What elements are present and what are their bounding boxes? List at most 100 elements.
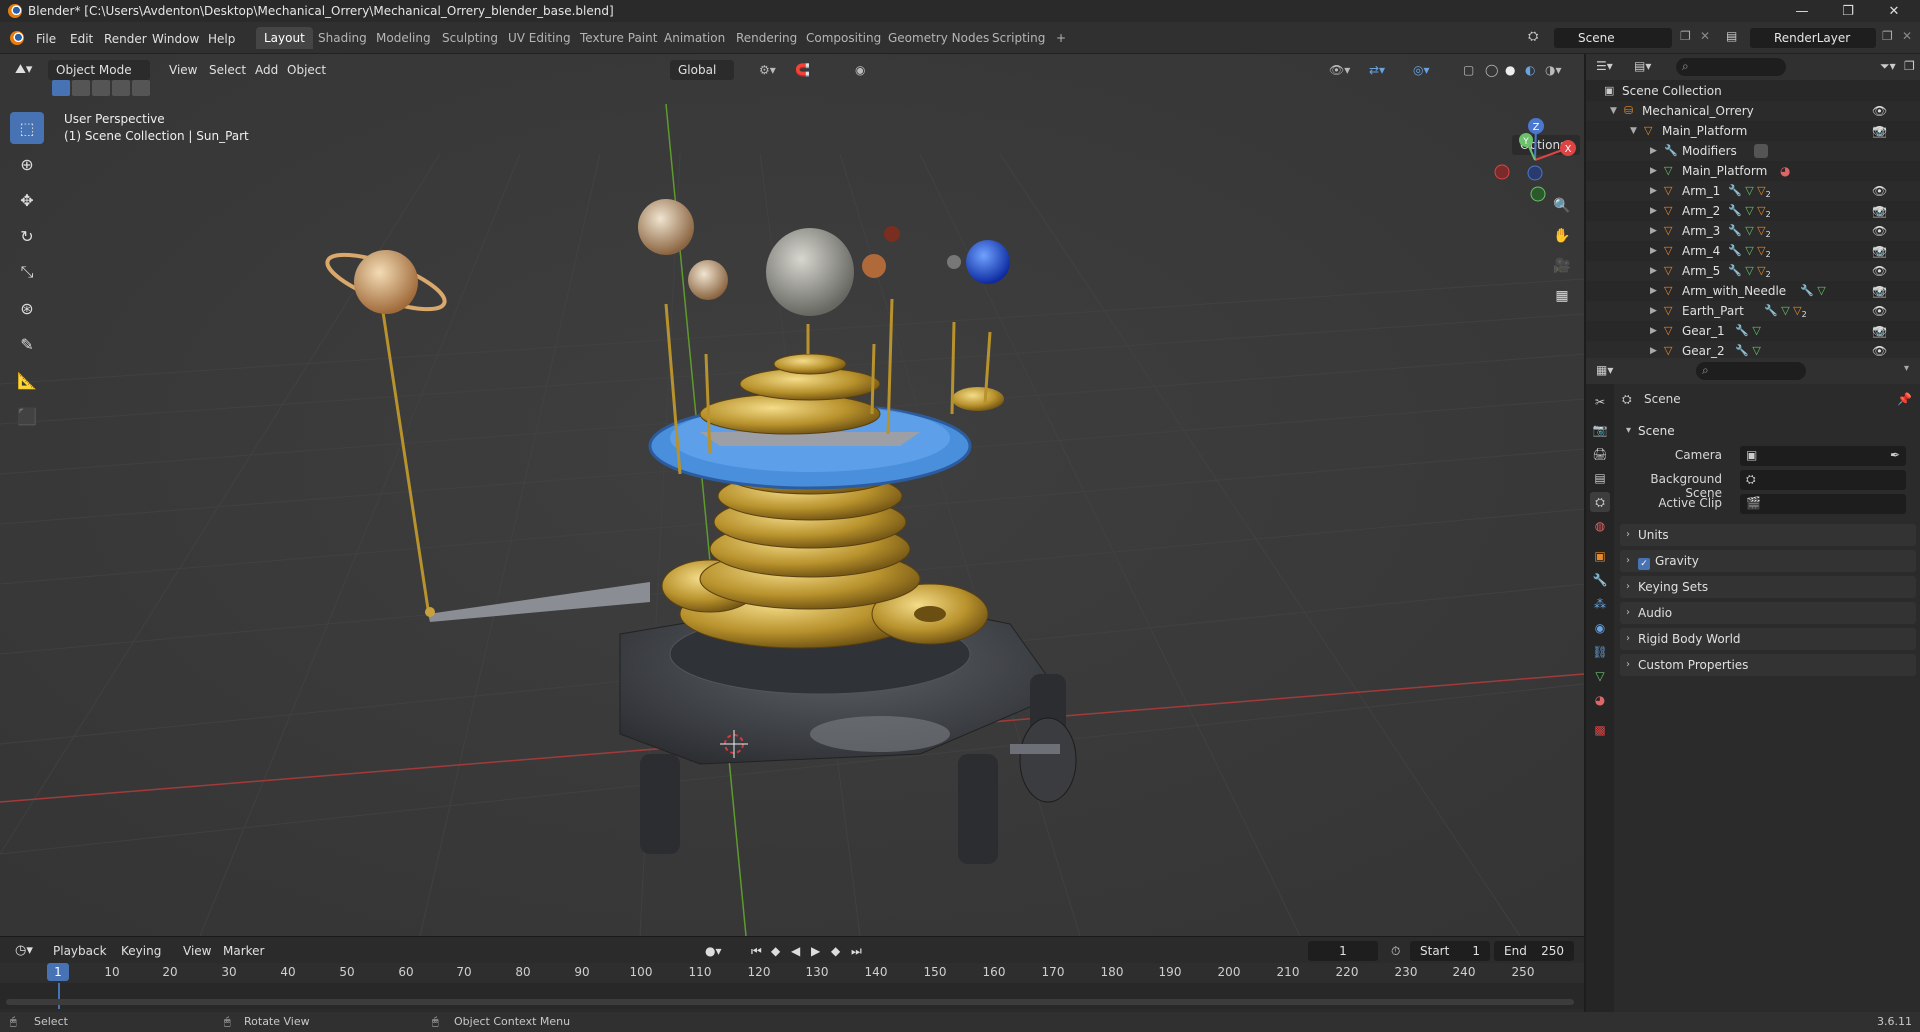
new-view-layer-icon[interactable]: ❐ <box>1882 29 1893 43</box>
pivot-icon[interactable]: ⚙▾ <box>754 60 781 80</box>
outliner-row[interactable]: ▶ ▽ Earth_Part 🔧 ▽ ▽2 👁📷 <box>1586 301 1920 338</box>
start-frame-field[interactable]: Start 1 <box>1410 941 1490 961</box>
playhead-frame[interactable]: 1 <box>47 963 69 981</box>
maximize-button[interactable]: ❐ <box>1826 0 1870 22</box>
expand-toggle-icon[interactable]: ▶ <box>1650 161 1657 181</box>
editor-type-icon[interactable]: ⛰▾ <box>10 60 37 80</box>
play-icon[interactable]: ▶ <box>806 941 825 961</box>
tab-uv-editing[interactable]: UV Editing <box>500 27 579 49</box>
mode-selector[interactable]: Object Mode <box>48 60 150 80</box>
rendered-shading-icon[interactable]: ◑▾ <box>1540 60 1567 80</box>
texture-tab-icon[interactable]: ▩ <box>1590 720 1610 740</box>
transform-orientation-selector[interactable]: Global <box>670 60 735 80</box>
menu-help[interactable]: Help <box>202 29 241 49</box>
frame-ruler[interactable]: 10 20 30 40 50 60 70 80 90 100 110 120 1… <box>0 963 1584 983</box>
menu-window[interactable]: Window <box>146 29 205 49</box>
pin-icon[interactable]: 📌 <box>1897 392 1912 406</box>
eyedropper-icon[interactable]: ✒ <box>1890 448 1900 462</box>
particles-tab-icon[interactable]: ⁂ <box>1590 594 1610 614</box>
outliner-row[interactable]: ▶▽Gear_1🔧 ▽ 👁📷 <box>1586 321 1920 358</box>
menu-object[interactable]: Object <box>282 60 331 80</box>
select-invert-icon[interactable] <box>112 80 130 96</box>
rigid-body-world-panel[interactable]: › Rigid Body World <box>1620 628 1916 650</box>
material-shading-icon[interactable]: ◐ <box>1520 60 1540 80</box>
next-keyframe-icon[interactable]: ◆ <box>826 941 845 961</box>
menu-file[interactable]: File <box>30 29 62 49</box>
data-tab-icon[interactable]: ▽ <box>1590 666 1610 686</box>
properties-editor-type-icon[interactable]: ▦▾ <box>1596 363 1613 377</box>
transform-tool-icon[interactable]: ⊛ <box>10 292 44 324</box>
overlays-icon[interactable]: ◎▾ <box>1408 60 1435 80</box>
tab-modeling[interactable]: Modeling <box>368 27 439 49</box>
expand-toggle-icon[interactable]: ▶ <box>1650 301 1657 321</box>
outliner-row[interactable]: ▣ Scene Collection <box>1586 81 1920 101</box>
expand-toggle-icon[interactable]: ▶ <box>1650 261 1657 281</box>
outliner-row[interactable]: ▼ ⛁ Mechanical_Orrery 👁📷 <box>1586 101 1920 138</box>
delete-scene-icon[interactable]: ✕ <box>1700 29 1710 43</box>
camera-view-icon[interactable]: 🎥 <box>1548 252 1576 280</box>
properties-panel[interactable]: ▦▾ ⌕ ▾ ✂ 📷 🖨 ▤ ⛭ ◍ ▣ 🔧 ⁂ ◉ ⛓ ▽ ◕ ▩ ⛭ Sce… <box>1586 358 1920 1012</box>
proportional-edit-icon[interactable]: ◉ <box>850 60 870 80</box>
outliner-row[interactable]: ▶ ▽ Arm_1 🔧 ▽ ▽2 👁📷 <box>1586 181 1920 218</box>
expand-toggle-icon[interactable]: ▶ <box>1650 221 1657 241</box>
ortho-grid-icon[interactable]: ▦ <box>1548 282 1576 310</box>
minimize-button[interactable]: — <box>1780 0 1824 22</box>
3d-viewport[interactable]: ⛰▾ Object Mode View Select Add Object Gl… <box>0 54 1584 936</box>
outliner-panel[interactable]: ☰▾ ▤▾ ⌕ ⏷▾ ❐ ▣ Scene Collection ▼ ⛁ Mechanic… <box>1586 54 1920 378</box>
scene-section-header[interactable]: ▾ Scene <box>1620 420 1916 442</box>
new-collection-icon[interactable]: ❐ <box>1904 59 1915 73</box>
outliner-search-input[interactable]: ⌕ <box>1676 58 1786 76</box>
menu-add[interactable]: Add <box>250 60 283 80</box>
output-tab-icon[interactable]: 🖨 <box>1590 444 1610 464</box>
play-reverse-icon[interactable]: ◀ <box>786 941 805 961</box>
tab-layout[interactable]: Layout <box>256 27 313 49</box>
tool-tab-icon[interactable]: ✂ <box>1590 392 1610 412</box>
view-layer-icon[interactable]: ▤ <box>1726 29 1737 43</box>
end-frame-field[interactable]: End 250 <box>1494 941 1574 961</box>
tab-texture-paint[interactable]: Texture Paint <box>572 27 665 49</box>
keying-menu[interactable]: Keying <box>116 941 166 961</box>
modifier-tab-icon[interactable]: 🔧 <box>1590 570 1610 590</box>
measure-tool-icon[interactable]: 📐 <box>10 364 44 396</box>
jump-start-icon[interactable]: ⏮ <box>746 941 767 961</box>
cursor-tool-icon[interactable]: ⊕ <box>10 148 44 180</box>
viewport-scene[interactable] <box>0 54 1584 936</box>
units-panel[interactable]: › Units <box>1620 524 1916 546</box>
tab-scripting[interactable]: Scripting <box>984 27 1053 49</box>
scale-tool-icon[interactable]: ⤡ <box>10 256 44 288</box>
outliner-editor-type-icon[interactable]: ☰▾ <box>1596 59 1613 73</box>
expand-toggle-icon[interactable]: ▶ <box>1650 181 1657 201</box>
menu-render[interactable]: Render <box>98 29 153 49</box>
timeline-editor-type-icon[interactable]: ◷▾ <box>10 941 38 961</box>
rotate-tool-icon[interactable]: ↻ <box>10 220 44 252</box>
jump-end-icon[interactable]: ⏭ <box>846 941 867 961</box>
timeline-view-menu[interactable]: View <box>178 941 216 961</box>
object-tab-icon[interactable]: ▣ <box>1590 546 1610 566</box>
tab-geometry-nodes[interactable]: Geometry Nodes <box>880 27 997 49</box>
zoom-icon[interactable]: 🔍 <box>1548 192 1576 220</box>
scene-tab-icon[interactable]: ⛭ <box>1590 492 1610 512</box>
outliner-row[interactable]: ▶ ▽ Arm_3 🔧 ▽ ▽2 👁📷 <box>1586 221 1920 258</box>
select-new-icon[interactable] <box>52 80 70 96</box>
tab-rendering[interactable]: Rendering <box>728 27 805 49</box>
navigation-gizmo[interactable]: X Z Y <box>1490 112 1580 202</box>
expand-toggle-icon[interactable]: ▶ <box>1650 141 1657 161</box>
visibility-icon[interactable]: 👁▾ <box>1324 60 1355 80</box>
scene-icon[interactable]: ⛭ <box>1528 29 1538 44</box>
constraints-tab-icon[interactable]: ⛓ <box>1590 642 1610 662</box>
expand-toggle-icon[interactable]: ▼ <box>1630 121 1637 141</box>
blender-menu-icon[interactable] <box>10 31 24 45</box>
current-frame-field[interactable]: 1 <box>1308 941 1378 961</box>
add-cube-tool-icon[interactable]: ⬛ <box>10 400 44 432</box>
clock-icon[interactable]: ⏱ <box>1386 941 1405 961</box>
background-scene-field[interactable]: ⛭ <box>1740 470 1906 490</box>
xray-icon[interactable]: ▢ <box>1458 60 1479 80</box>
select-intersect-icon[interactable] <box>132 80 150 96</box>
outliner-row[interactable]: ▼▽Main_Platform👁📷 <box>1586 121 1920 158</box>
solid-shading-icon[interactable]: ● <box>1500 60 1520 80</box>
select-extend-icon[interactable] <box>72 80 90 96</box>
menu-select[interactable]: Select <box>204 60 251 80</box>
audio-panel[interactable]: › Audio <box>1620 602 1916 624</box>
material-tab-icon[interactable]: ◕ <box>1590 690 1610 710</box>
timeline-track-area[interactable] <box>0 983 1584 1009</box>
